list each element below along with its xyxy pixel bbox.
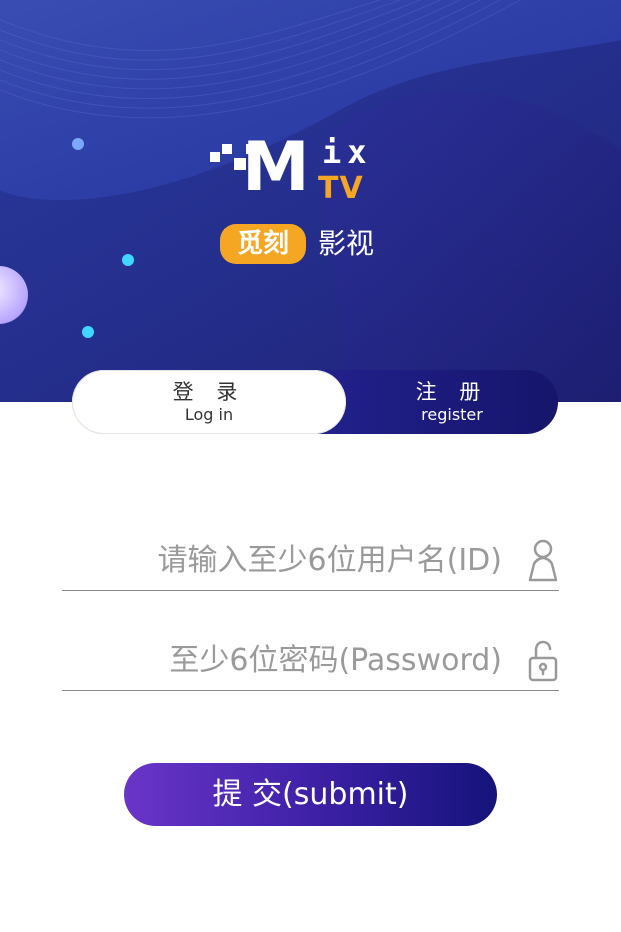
password-field — [62, 632, 559, 691]
logo-m: M — [242, 128, 310, 207]
tab-register[interactable]: 注 册 register — [346, 370, 558, 434]
username-field — [62, 532, 559, 591]
tab-register-label: 注 册 — [415, 380, 489, 404]
header-banner: M ix TV 觅刻 影视 — [0, 0, 621, 402]
brand-suffix: 影视 — [318, 227, 375, 260]
username-input[interactable] — [62, 532, 502, 588]
bubble-decoration — [122, 254, 134, 266]
logo-ix: ix — [322, 133, 373, 171]
tab-login[interactable]: 登 录 Log in — [72, 370, 346, 434]
unlock-icon — [528, 640, 558, 682]
tab-login-label: 登 录 — [172, 380, 246, 404]
auth-tabs: 登 录 Log in 注 册 register — [72, 370, 558, 434]
user-icon — [528, 539, 558, 582]
logo-tv: TV — [318, 171, 364, 206]
tab-login-sublabel: Log in — [184, 405, 234, 424]
submit-button[interactable]: 提 交(submit) — [124, 763, 497, 826]
app-logo: M ix TV 觅刻 影视 — [210, 130, 390, 270]
tab-register-sublabel: register — [421, 405, 483, 424]
bubble-decoration — [82, 326, 94, 338]
bubble-decoration — [72, 138, 84, 150]
brand-badge: 觅刻 — [220, 224, 306, 264]
password-input[interactable] — [62, 632, 502, 688]
